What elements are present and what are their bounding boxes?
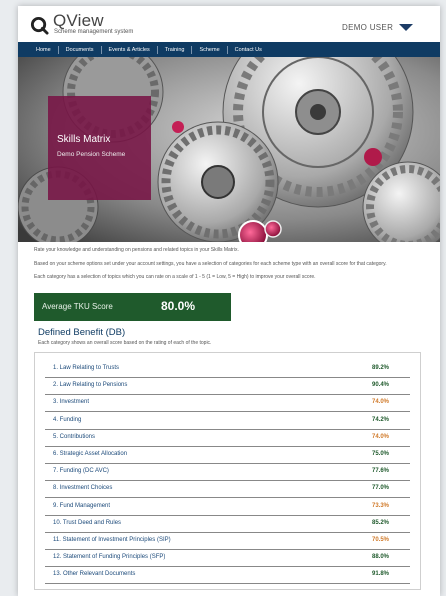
nav-item-contact-us[interactable]: Contact Us [228,46,269,54]
section-description: Each category shows an overall score bas… [38,340,212,346]
category-row[interactable]: 9. Fund Management 73.3% [45,499,410,516]
nav-item-scheme[interactable]: Scheme [192,45,228,54]
category-label: 9. Fund Management [53,502,111,509]
category-label: 3. Investment [53,399,90,406]
category-label: 7. Funding (DC AVC) [53,468,109,475]
category-label: 4. Funding [53,416,82,423]
hero-title: Skills Matrix [57,134,111,145]
intro-text: Rate your knowledge and understanding on… [34,247,434,288]
category-label: 6. Strategic Asset Allocation [53,451,128,457]
nav-item-documents[interactable]: Documents [59,45,102,54]
nav-item-training[interactable]: Training [158,45,193,54]
category-row[interactable]: 5. Contributions 74.0% [45,430,410,447]
intro-line-2: Based on your scheme options set under y… [34,260,387,267]
tku-score-value: 80.0% [161,299,196,313]
nav-item-events-articles[interactable]: Events & Articles [102,45,158,54]
category-score: 74.0% [372,433,390,440]
category-row[interactable]: 6. Strategic Asset Allocation 75.0% [45,447,410,464]
category-label: 11. Statement of Investment Principles (… [53,537,171,543]
category-row[interactable]: 1. Law Relating to Trusts 89.2% [45,361,410,378]
category-score: 90.4% [372,382,390,389]
category-score: 89.2% [372,365,390,371]
category-label: 5. Contributions [53,433,96,440]
category-score: 75.0% [372,451,390,457]
category-score: 85.2% [372,519,390,526]
category-label: 13. Other Relevant Documents [53,571,136,578]
hero-subtitle: Demo Pension Scheme [57,151,126,158]
category-row[interactable]: 11. Statement of Investment Principles (… [45,533,410,550]
tku-score-label: Average TKU Score [42,302,113,311]
brand-title: QView [53,11,104,30]
user-menu-caret-icon[interactable] [399,24,413,31]
category-score: 91.8% [372,571,390,578]
category-table: 1. Law Relating to Trusts 89.2% 2. Law Rel… [34,352,421,590]
category-row[interactable]: 8. Investment Choices 77.0% [45,481,410,499]
qview-logo-icon [30,16,49,35]
category-row[interactable]: 12. Statement of Funding Principles (SFP… [45,550,410,568]
category-score: 74.2% [372,416,390,423]
user-name[interactable]: DEMO USER [342,23,393,32]
category-score: 73.3% [372,502,390,509]
category-row[interactable]: 10. Trust Deed and Rules 85.2% [45,516,410,533]
category-score: 77.0% [372,485,390,492]
category-label: 1. Law Relating to Trusts [53,365,120,371]
header: QView Scheme management system DEMO USER [18,6,440,42]
section-title: Defined Benefit (DB) [38,327,126,338]
category-row[interactable]: 2. Law Relating to Pensions 90.4% [45,378,410,396]
category-score: 70.5% [372,537,390,543]
category-score: 88.0% [372,554,390,561]
main-nav: Home Documents Events & Articles Trainin… [18,42,440,57]
category-label: 12. Statement of Funding Principles (SFP… [53,554,166,561]
category-score: 77.6% [372,468,390,475]
category-label: 2. Law Relating to Pensions [53,382,128,389]
category-label: 10. Trust Deed and Rules [53,519,122,526]
category-score: 74.0% [372,399,390,406]
nav-item-home[interactable]: Home [30,45,59,54]
brand-subtitle: Scheme management system [54,29,134,35]
category-row[interactable]: 13. Other Relevant Documents 91.8% [45,567,410,585]
hero-banner: Skills Matrix Demo Pension Scheme [18,57,440,242]
average-tku-score-panel: Average TKU Score 80.0% [34,293,231,321]
category-row[interactable]: 3. Investment 74.0% [45,395,410,413]
category-label: 8. Investment Choices [53,485,113,492]
category-row[interactable]: 4. Funding 74.2% [45,413,410,430]
page-card: QView Scheme management system DEMO USER… [18,6,440,596]
category-row[interactable]: 7. Funding (DC AVC) 77.6% [45,464,410,482]
intro-line-1: Rate your knowledge and understanding on… [34,247,239,253]
hero-title-box: Skills Matrix Demo Pension Scheme [48,96,151,200]
intro-line-3: Each category has a selection of topics … [34,274,316,280]
